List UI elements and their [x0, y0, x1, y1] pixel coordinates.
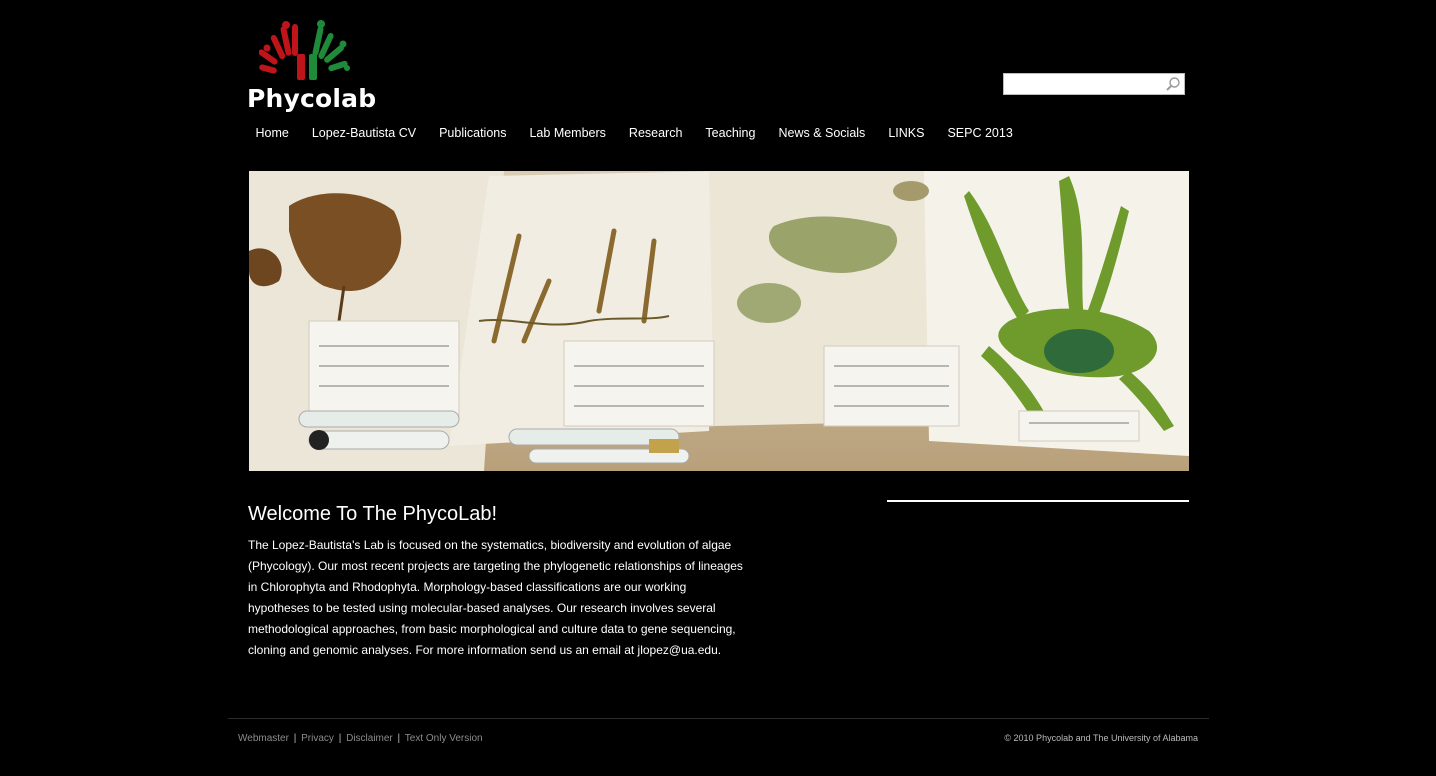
nav-lopez-bautista-cv[interactable]: Lopez-Bautista CV	[300, 124, 427, 144]
intro-paragraph: The Lopez-Bautista's Lab is focused on t…	[248, 538, 743, 657]
banner-image	[249, 171, 1189, 471]
footer-separator: |	[397, 733, 401, 744]
site-logo[interactable]: Phycolab	[247, 20, 376, 115]
footer-link-disclaimer[interactable]: Disclaimer	[346, 733, 393, 744]
nav-news-socials[interactable]: News & Socials	[767, 124, 877, 144]
footer-link-webmaster[interactable]: Webmaster	[238, 733, 289, 744]
footer-separator: |	[293, 733, 297, 744]
main-nav: Home Lopez-Bautista CV Publications Lab …	[244, 124, 1024, 144]
footer-links: Webmaster | Privacy | Disclaimer | Text …	[238, 733, 483, 744]
logo-text: Phycolab	[247, 84, 377, 113]
nav-home[interactable]: Home	[244, 124, 300, 144]
search-input[interactable]	[1004, 74, 1170, 94]
footer-link-privacy[interactable]: Privacy	[301, 733, 334, 744]
nav-research[interactable]: Research	[617, 124, 694, 144]
search-box	[1003, 73, 1185, 95]
nav-links[interactable]: LINKS	[877, 124, 936, 144]
page-title: Welcome To The PhycoLab!	[248, 503, 498, 525]
footer-separator: |	[338, 733, 342, 744]
sidebar-divider	[887, 500, 1189, 502]
nav-publications[interactable]: Publications	[428, 124, 518, 144]
nav-lab-members[interactable]: Lab Members	[518, 124, 617, 144]
nav-sepc-2013[interactable]: SEPC 2013	[936, 124, 1024, 144]
footer-divider	[228, 718, 1209, 719]
nav-teaching[interactable]: Teaching	[694, 124, 767, 144]
footer-link-text-only[interactable]: Text Only Version	[405, 733, 483, 744]
copyright-text: © 2010 Phycolab and The University of Al…	[1004, 733, 1198, 743]
algae-hands-icon	[259, 20, 350, 80]
magnifier-icon[interactable]	[1165, 76, 1181, 92]
